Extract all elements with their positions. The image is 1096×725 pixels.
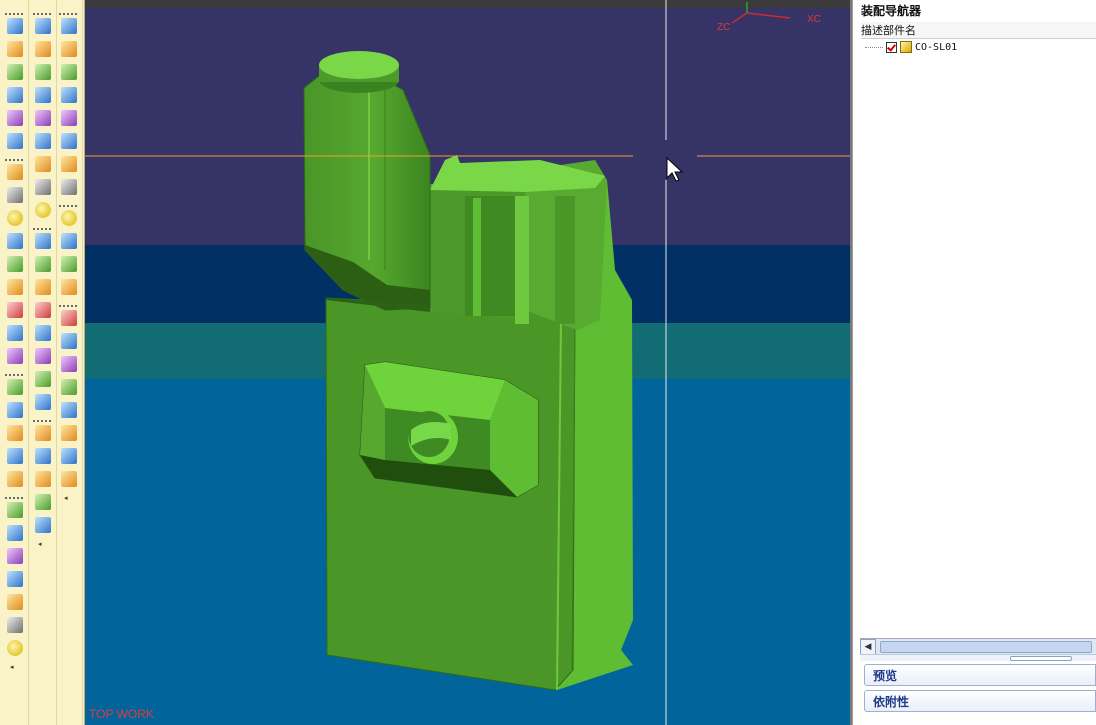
scale-icon[interactable] (35, 256, 51, 272)
wire-icon[interactable] (61, 156, 77, 172)
render-icon[interactable] (61, 210, 77, 226)
blend-icon[interactable] (7, 502, 23, 518)
shade-icon[interactable] (61, 133, 77, 149)
constraint-icon[interactable] (61, 448, 77, 464)
hole-icon[interactable] (7, 233, 23, 249)
patch-icon[interactable] (35, 110, 51, 126)
revolve-icon[interactable] (7, 64, 23, 80)
component-icon (900, 41, 912, 53)
wrap-icon[interactable] (35, 279, 51, 295)
sphere-icon[interactable] (7, 210, 23, 226)
datum-icon[interactable] (61, 279, 77, 295)
axis-label-x: XC (807, 14, 821, 25)
reposition-icon[interactable] (61, 471, 77, 487)
column-header-part-name[interactable]: 描述部件名 (861, 22, 1096, 39)
subtract-icon[interactable] (35, 41, 51, 57)
preview-panel-button[interactable]: 预览 (864, 664, 1096, 686)
thread-icon[interactable] (7, 402, 23, 418)
axis-icon[interactable] (61, 379, 77, 395)
x-icon[interactable] (61, 402, 77, 418)
face-icon[interactable] (35, 371, 51, 387)
left-toolbar: ◂ ◂ ◂ (0, 0, 85, 725)
book-icon[interactable] (35, 156, 51, 172)
toolbar-overflow-icon[interactable]: ◂ (64, 494, 68, 502)
scroll-thumb[interactable] (880, 641, 1092, 653)
groove-icon[interactable] (7, 348, 23, 364)
chamfer-icon[interactable] (7, 525, 23, 541)
extrude-icon[interactable] (7, 41, 23, 57)
block-icon[interactable] (7, 133, 23, 149)
splitter-grip[interactable] (1010, 656, 1072, 661)
section-icon[interactable] (35, 494, 51, 510)
navigator-horizontal-scrollbar[interactable]: ◀ (860, 638, 1096, 656)
toolbar-column-1: ◂ (2, 0, 29, 725)
view-icon[interactable] (61, 18, 77, 34)
sweep-icon[interactable] (7, 87, 23, 103)
extract-icon[interactable] (35, 233, 51, 249)
model-view[interactable]: XC ZC (85, 0, 850, 725)
toolbar-column-3: ◂ (56, 0, 83, 725)
csys-icon[interactable] (61, 310, 77, 326)
draft-icon[interactable] (7, 548, 23, 564)
link-icon[interactable] (61, 425, 77, 441)
move-icon[interactable] (35, 517, 51, 533)
zoom-icon[interactable] (61, 110, 77, 126)
tree-item[interactable]: CO-SL01 (865, 39, 957, 55)
intersect-icon[interactable] (35, 64, 51, 80)
feature-icon[interactable] (7, 379, 23, 395)
block2-icon[interactable] (7, 571, 23, 587)
slot-icon[interactable] (7, 325, 23, 341)
pocket-icon[interactable] (7, 279, 23, 295)
axis-label-z: ZC (717, 22, 730, 33)
pan-icon[interactable] (61, 87, 77, 103)
rotate-icon[interactable] (61, 64, 77, 80)
cone-icon[interactable] (7, 187, 23, 203)
visibility-checkbox[interactable] (886, 41, 897, 53)
analysis-icon[interactable] (35, 471, 51, 487)
pad-icon[interactable] (7, 302, 23, 318)
info-icon[interactable] (61, 256, 77, 272)
toolbar-overflow-icon[interactable]: ◂ (38, 540, 42, 548)
layer-icon[interactable] (35, 425, 51, 441)
cylinder2-icon[interactable] (7, 594, 23, 610)
trim-icon[interactable] (7, 425, 23, 441)
top-strip (85, 0, 850, 8)
sew-icon[interactable] (35, 87, 51, 103)
tube-icon[interactable] (7, 110, 23, 126)
shell-icon[interactable] (7, 448, 23, 464)
thicken-icon[interactable] (35, 394, 51, 410)
hidden-icon[interactable] (61, 179, 77, 195)
assembly-navigator: 装配导航器 描述部件名 CO-SL01 (852, 0, 1096, 725)
cylinder-icon[interactable] (7, 164, 23, 180)
instance-icon[interactable] (35, 179, 51, 195)
measure-icon[interactable] (61, 233, 77, 249)
graphics-viewport[interactable]: XC ZC TOP WORK (85, 0, 852, 725)
edge-icon[interactable] (35, 348, 51, 364)
offset-icon[interactable] (7, 471, 23, 487)
sketch-icon[interactable] (7, 18, 23, 34)
tree-item-label: CO-SL01 (915, 41, 958, 53)
view-label: TOP WORK (89, 707, 154, 721)
unwrap-icon[interactable] (35, 302, 51, 318)
panel-splitter[interactable] (860, 654, 1096, 661)
mirror-icon[interactable] (35, 202, 51, 218)
plane-icon[interactable] (61, 356, 77, 372)
toolbar-overflow-icon[interactable]: ◂ (10, 663, 14, 671)
box-icon[interactable] (35, 448, 51, 464)
unite-icon[interactable] (35, 18, 51, 34)
cone2-icon[interactable] (7, 617, 23, 633)
dependencies-panel-button[interactable]: 依附性 (864, 690, 1096, 712)
tree-connector (865, 46, 883, 48)
boss-icon[interactable] (7, 256, 23, 272)
surface-icon[interactable] (35, 325, 51, 341)
split-icon[interactable] (35, 133, 51, 149)
point-icon[interactable] (61, 333, 77, 349)
sphere2-icon[interactable] (7, 640, 23, 656)
navigator-title: 装配导航器 (861, 4, 922, 18)
toolbar-column-2: ◂ (30, 0, 57, 725)
fit-icon[interactable] (61, 41, 77, 57)
